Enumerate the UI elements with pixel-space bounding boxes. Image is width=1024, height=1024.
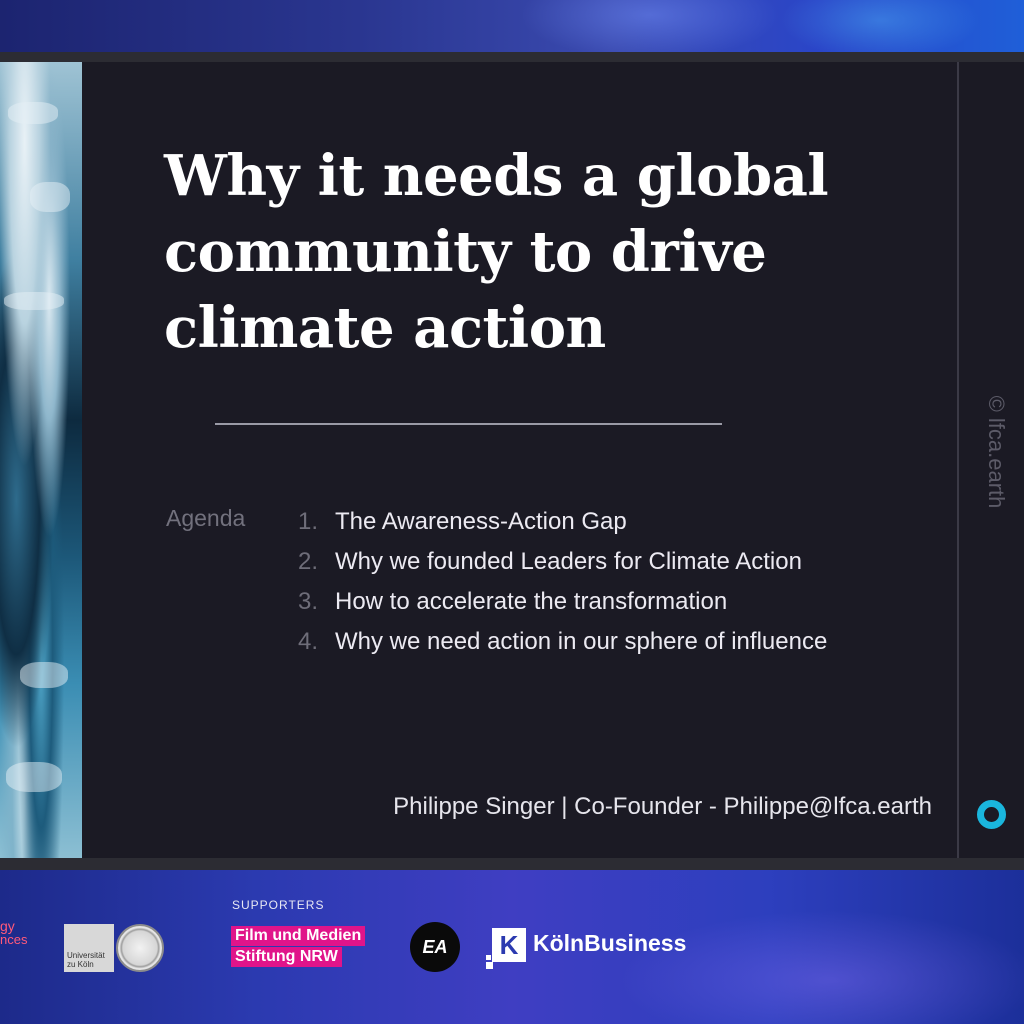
title-divider — [215, 423, 722, 425]
ea-logo: EA — [410, 922, 460, 972]
koeln-business-icon: K — [486, 928, 526, 969]
film-medien-line1: Film und Medien — [231, 926, 366, 946]
supporters-label: SUPPORTERS — [232, 898, 325, 912]
agenda-list: 1. The Awareness-Action Gap 2. Why we fo… — [298, 502, 827, 662]
agenda-text: How to accelerate the transformation — [335, 588, 728, 615]
agenda-text: Why we need action in our sphere of infl… — [335, 628, 828, 655]
ice-streak — [8, 102, 58, 124]
agenda-item: 3. How to accelerate the transformation — [298, 582, 827, 622]
slide-side-divider — [957, 62, 959, 858]
partner-logo-partial: gy nces — [0, 919, 28, 947]
partner-logo-text-bottom: nces — [0, 932, 28, 947]
presentation-slide: Why it needs a global community to drive… — [0, 62, 1024, 858]
agenda-item: 4. Why we need action in our sphere of i… — [298, 622, 827, 662]
agenda-number: 1. — [298, 508, 319, 535]
backdrop-glow — [620, 910, 1024, 1024]
ice-streak — [4, 292, 64, 310]
ice-streak — [30, 182, 70, 212]
agenda-text: The Awareness-Action Gap — [335, 508, 627, 535]
event-backdrop-top — [0, 0, 1024, 52]
ice-streak — [6, 762, 62, 792]
satellite-image — [0, 62, 82, 858]
film-medien-stiftung-logo: Film und Medien Stiftung NRW — [231, 926, 387, 968]
slide-title: Why it needs a global community to drive… — [164, 143, 829, 361]
backdrop-glow — [780, 0, 980, 52]
agenda-number: 4. — [298, 628, 319, 655]
pixel-accent — [486, 955, 491, 960]
ice-streak — [20, 662, 68, 688]
copyright-watermark: © lfca.earth — [984, 395, 1009, 509]
backdrop-glow — [520, 0, 780, 52]
agenda-text: Why we founded Leaders for Climate Actio… — [335, 548, 802, 575]
screen-frame-top — [0, 52, 1024, 62]
agenda-label: Agenda — [166, 505, 246, 531]
koeln-business-icon-letter: K — [492, 928, 526, 962]
film-medien-line2: Stiftung NRW — [231, 947, 342, 967]
agenda-number: 2. — [298, 548, 319, 575]
pixel-accent — [486, 962, 493, 969]
university-seal-icon — [116, 924, 164, 972]
screen-frame-bottom — [0, 858, 1024, 870]
university-logo: Universität zu Köln — [64, 924, 114, 972]
agenda-item: 2. Why we founded Leaders for Climate Ac… — [298, 542, 827, 582]
agenda-item: 1. The Awareness-Action Gap — [298, 502, 827, 542]
presenter-credit: Philippe Singer | Co-Founder - Philippe@… — [393, 793, 932, 820]
university-name: Universität zu Köln — [67, 951, 105, 969]
lfca-ring-icon — [977, 800, 1006, 829]
agenda-number: 3. — [298, 588, 319, 615]
sponsor-band: gy nces Universität zu Köln SUPPORTERS F… — [0, 870, 1024, 1024]
koeln-business-logo-text: KölnBusiness — [533, 930, 687, 956]
